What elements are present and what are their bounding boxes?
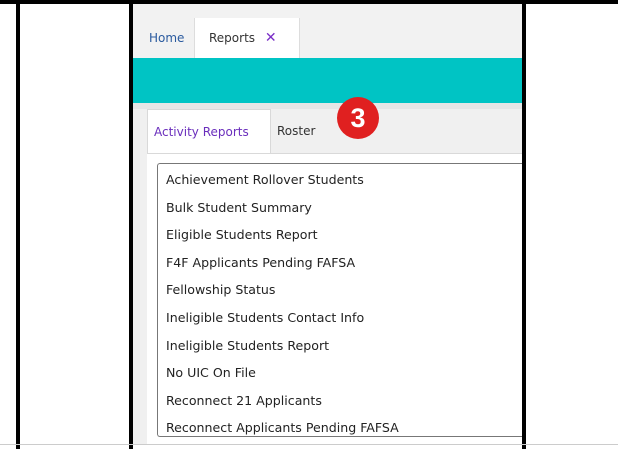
close-icon[interactable]: ✕ <box>265 30 277 46</box>
app-panel: Home Reports ✕ Activity Reports Roster A… <box>133 4 522 444</box>
tab-roster[interactable]: Roster <box>271 109 341 153</box>
report-list-item[interactable]: Fellowship Status <box>166 282 275 297</box>
step-number-badge: 3 <box>337 97 379 139</box>
frame-left-border <box>16 0 20 449</box>
report-listbox[interactable]: Achievement Rollover Students Bulk Studen… <box>157 163 522 437</box>
report-list-item[interactable]: No UIC On File <box>166 365 256 380</box>
report-list-item[interactable]: F4F Applicants Pending FAFSA <box>166 255 355 270</box>
report-panel: Achievement Rollover Students Bulk Studen… <box>147 153 522 444</box>
frame-bottom-line <box>0 444 618 445</box>
report-list-item[interactable]: Eligible Students Report <box>166 227 318 242</box>
tab-reports[interactable]: Reports ✕ <box>194 18 300 59</box>
report-list-item[interactable]: Bulk Student Summary <box>166 200 312 215</box>
report-list-item[interactable]: Ineligible Students Contact Info <box>166 310 364 325</box>
tab-activity-reports-label: Activity Reports <box>154 125 249 139</box>
tab-home-label: Home <box>149 31 185 45</box>
frame-right-border <box>522 0 526 449</box>
tab-reports-label: Reports <box>209 31 256 45</box>
tab-home[interactable]: Home <box>135 18 198 58</box>
report-list-item[interactable]: Reconnect 21 Applicants <box>166 393 322 408</box>
report-list-item[interactable]: Reconnect Applicants Pending FAFSA <box>166 420 399 435</box>
reports-content: Activity Reports Roster Achievement Roll… <box>133 109 522 444</box>
report-list-item[interactable]: Achievement Rollover Students <box>166 172 364 187</box>
top-tab-bar: Home Reports ✕ <box>133 4 522 59</box>
tab-roster-label: Roster <box>277 124 316 138</box>
header-bar <box>133 58 522 103</box>
report-list-item[interactable]: Ineligible Students Report <box>166 338 329 353</box>
tab-activity-reports[interactable]: Activity Reports <box>147 109 271 153</box>
